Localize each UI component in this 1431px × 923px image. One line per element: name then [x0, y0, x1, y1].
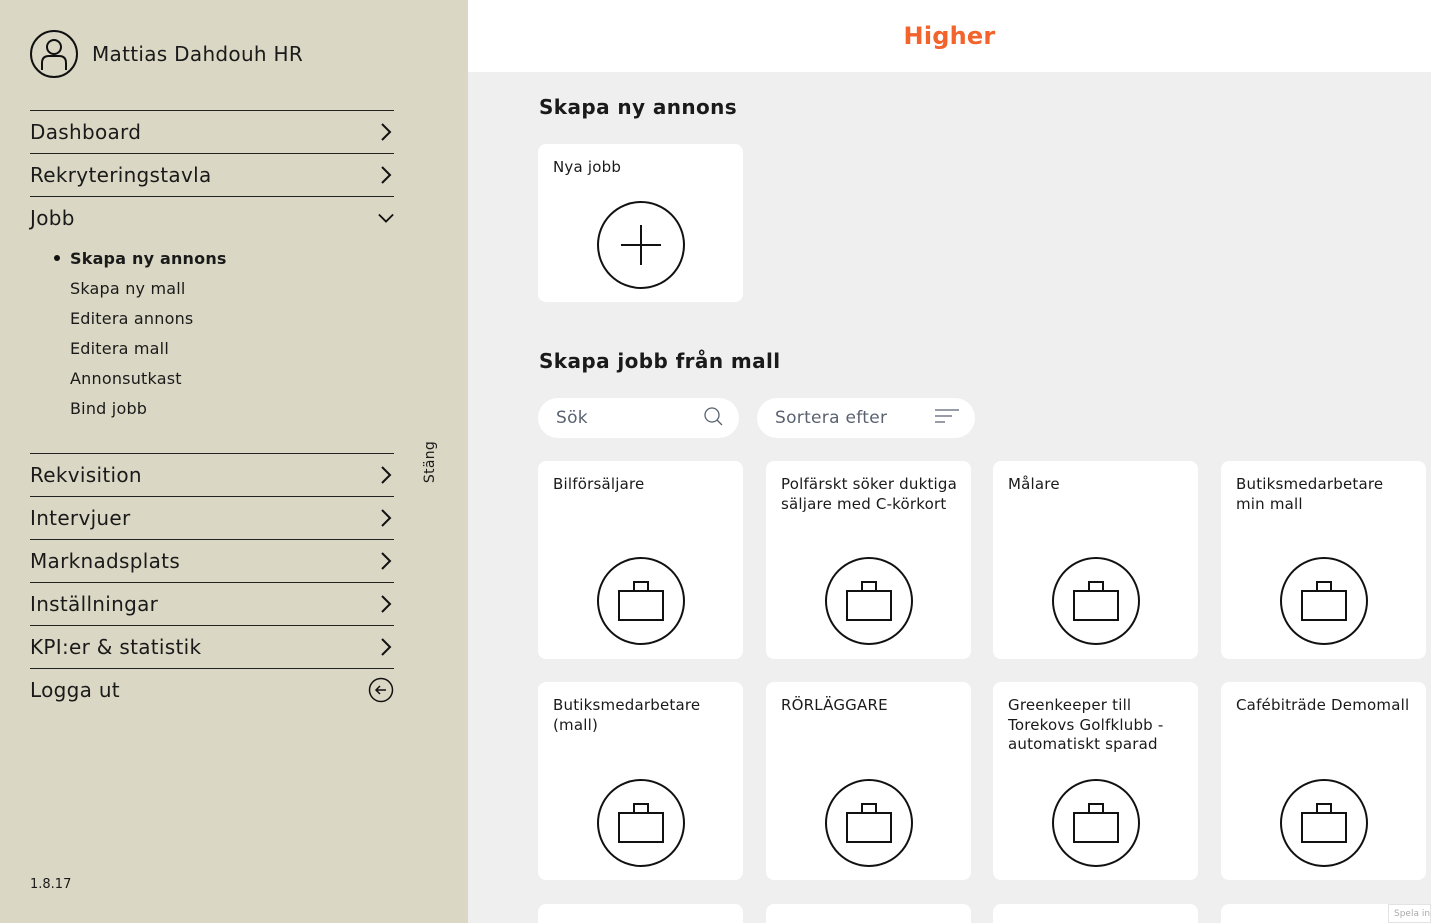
template-title: Butiksmedarbetare (mall) — [553, 696, 701, 734]
submenu-item-editera-mall[interactable]: Editera mall — [54, 333, 227, 363]
template-card[interactable]: Greenkeeper till Torekovs Golfklubb - au… — [993, 682, 1198, 880]
record-widget[interactable]: Spela in — [1388, 904, 1431, 923]
section-title-templates: Skapa jobb från mall — [539, 349, 781, 373]
briefcase-icon — [1052, 557, 1140, 645]
card-title: Nya jobb — [553, 158, 622, 176]
nav-item-rekryteringstavla[interactable]: Rekryteringstavla — [30, 153, 394, 196]
search-icon — [703, 406, 723, 431]
nav-item-rekvisition[interactable]: Rekvisition — [30, 453, 394, 496]
sort-dropdown[interactable]: Sortera efter — [757, 398, 975, 438]
template-card[interactable]: Polfärskt söker duktiga säljare med C-kö… — [766, 461, 971, 659]
nav-item-label: Dashboard — [30, 120, 142, 144]
main-nav-bottom: Rekvisition Intervjuer Marknadsplats Ins… — [30, 453, 394, 711]
submenu-item-editera-annons[interactable]: Editera annons — [54, 303, 227, 333]
jobb-submenu: Skapa ny annons Skapa ny mall Editera an… — [54, 243, 227, 423]
chevron-right-icon — [378, 466, 394, 484]
nav-item-label: Rekryteringstavla — [30, 163, 212, 187]
nav-item-label: Inställningar — [30, 592, 159, 616]
arrow-left-circle-icon — [368, 677, 394, 703]
sidebar-close-label: Stäng — [422, 440, 438, 484]
chevron-right-icon — [378, 123, 394, 141]
template-card[interactable] — [538, 904, 743, 923]
nav-item-intervjuer[interactable]: Intervjuer — [30, 496, 394, 539]
plus-icon — [597, 201, 685, 289]
user-avatar-icon — [30, 30, 78, 78]
template-title: Butiksmedarbetare min mall — [1236, 475, 1384, 513]
brand-logo[interactable]: Higher — [904, 22, 996, 50]
briefcase-icon — [597, 557, 685, 645]
submenu-item-skapa-ny-mall[interactable]: Skapa ny mall — [54, 273, 227, 303]
sidebar-close-toggle[interactable]: Stäng — [418, 430, 442, 494]
submenu-item-bind-jobb[interactable]: Bind jobb — [54, 393, 227, 423]
new-job-card[interactable]: Nya jobb — [538, 144, 743, 302]
chevron-right-icon — [378, 166, 394, 184]
briefcase-icon — [1280, 779, 1368, 867]
briefcase-icon — [825, 557, 913, 645]
template-card[interactable]: Cafébiträde Demomall — [1221, 682, 1426, 880]
nav-item-label: Rekvisition — [30, 463, 142, 487]
nav-item-installningar[interactable]: Inställningar — [30, 582, 394, 625]
template-card[interactable] — [766, 904, 971, 923]
nav-item-jobb[interactable]: Jobb — [30, 196, 394, 238]
template-card[interactable]: Målare — [993, 461, 1198, 659]
nav-item-label: Intervjuer — [30, 506, 131, 530]
template-card[interactable]: Butiksmedarbetare (mall) — [538, 682, 743, 880]
main-nav-top: Dashboard Rekryteringstavla Jobb — [30, 110, 394, 238]
template-card[interactable]: Bilförsäljare — [538, 461, 743, 659]
chevron-right-icon — [378, 638, 394, 656]
template-title: Polfärskt söker duktiga säljare med C-kö… — [781, 475, 958, 513]
chevron-down-icon — [378, 210, 394, 226]
briefcase-icon — [1052, 779, 1140, 867]
sort-label: Sortera efter — [775, 408, 888, 428]
template-title: RÖRLÄGGARE — [781, 696, 888, 714]
user-name: Mattias Dahdouh HR — [92, 42, 304, 66]
briefcase-icon — [825, 779, 913, 867]
nav-item-label: KPI:er & statistik — [30, 635, 202, 659]
search-placeholder: Sök — [556, 408, 588, 428]
nav-item-label: Logga ut — [30, 678, 120, 702]
nav-item-label: Jobb — [30, 205, 75, 230]
top-header: Higher — [468, 0, 1431, 72]
template-title: Greenkeeper till Torekovs Golfklubb - au… — [1008, 696, 1164, 753]
template-card[interactable]: RÖRLÄGGARE — [766, 682, 971, 880]
nav-item-kpi-statistik[interactable]: KPI:er & statistik — [30, 625, 394, 668]
submenu-item-annonsutkast[interactable]: Annonsutkast — [54, 363, 227, 393]
nav-item-marknadsplats[interactable]: Marknadsplats — [30, 539, 394, 582]
sort-lines-icon — [935, 408, 959, 428]
template-card[interactable] — [993, 904, 1198, 923]
chevron-right-icon — [378, 595, 394, 613]
nav-item-dashboard[interactable]: Dashboard — [30, 110, 394, 153]
briefcase-icon — [597, 779, 685, 867]
chevron-right-icon — [378, 552, 394, 570]
briefcase-icon — [1280, 557, 1368, 645]
sidebar: Mattias Dahdouh HR Dashboard Rekrytering… — [0, 0, 468, 923]
search-input[interactable]: Sök — [538, 398, 739, 438]
template-title: Bilförsäljare — [553, 475, 645, 493]
logout-button[interactable]: Logga ut — [30, 668, 394, 711]
template-title: Målare — [1008, 475, 1060, 493]
nav-item-label: Marknadsplats — [30, 549, 181, 573]
user-profile[interactable]: Mattias Dahdouh HR — [30, 30, 303, 78]
section-title-create: Skapa ny annons — [539, 95, 738, 119]
template-card[interactable]: Butiksmedarbetare min mall — [1221, 461, 1426, 659]
chevron-right-icon — [378, 509, 394, 527]
app-version: 1.8.17 — [30, 877, 72, 892]
submenu-item-skapa-ny-annons[interactable]: Skapa ny annons — [54, 243, 227, 273]
template-title: Cafébiträde Demomall — [1236, 696, 1410, 714]
